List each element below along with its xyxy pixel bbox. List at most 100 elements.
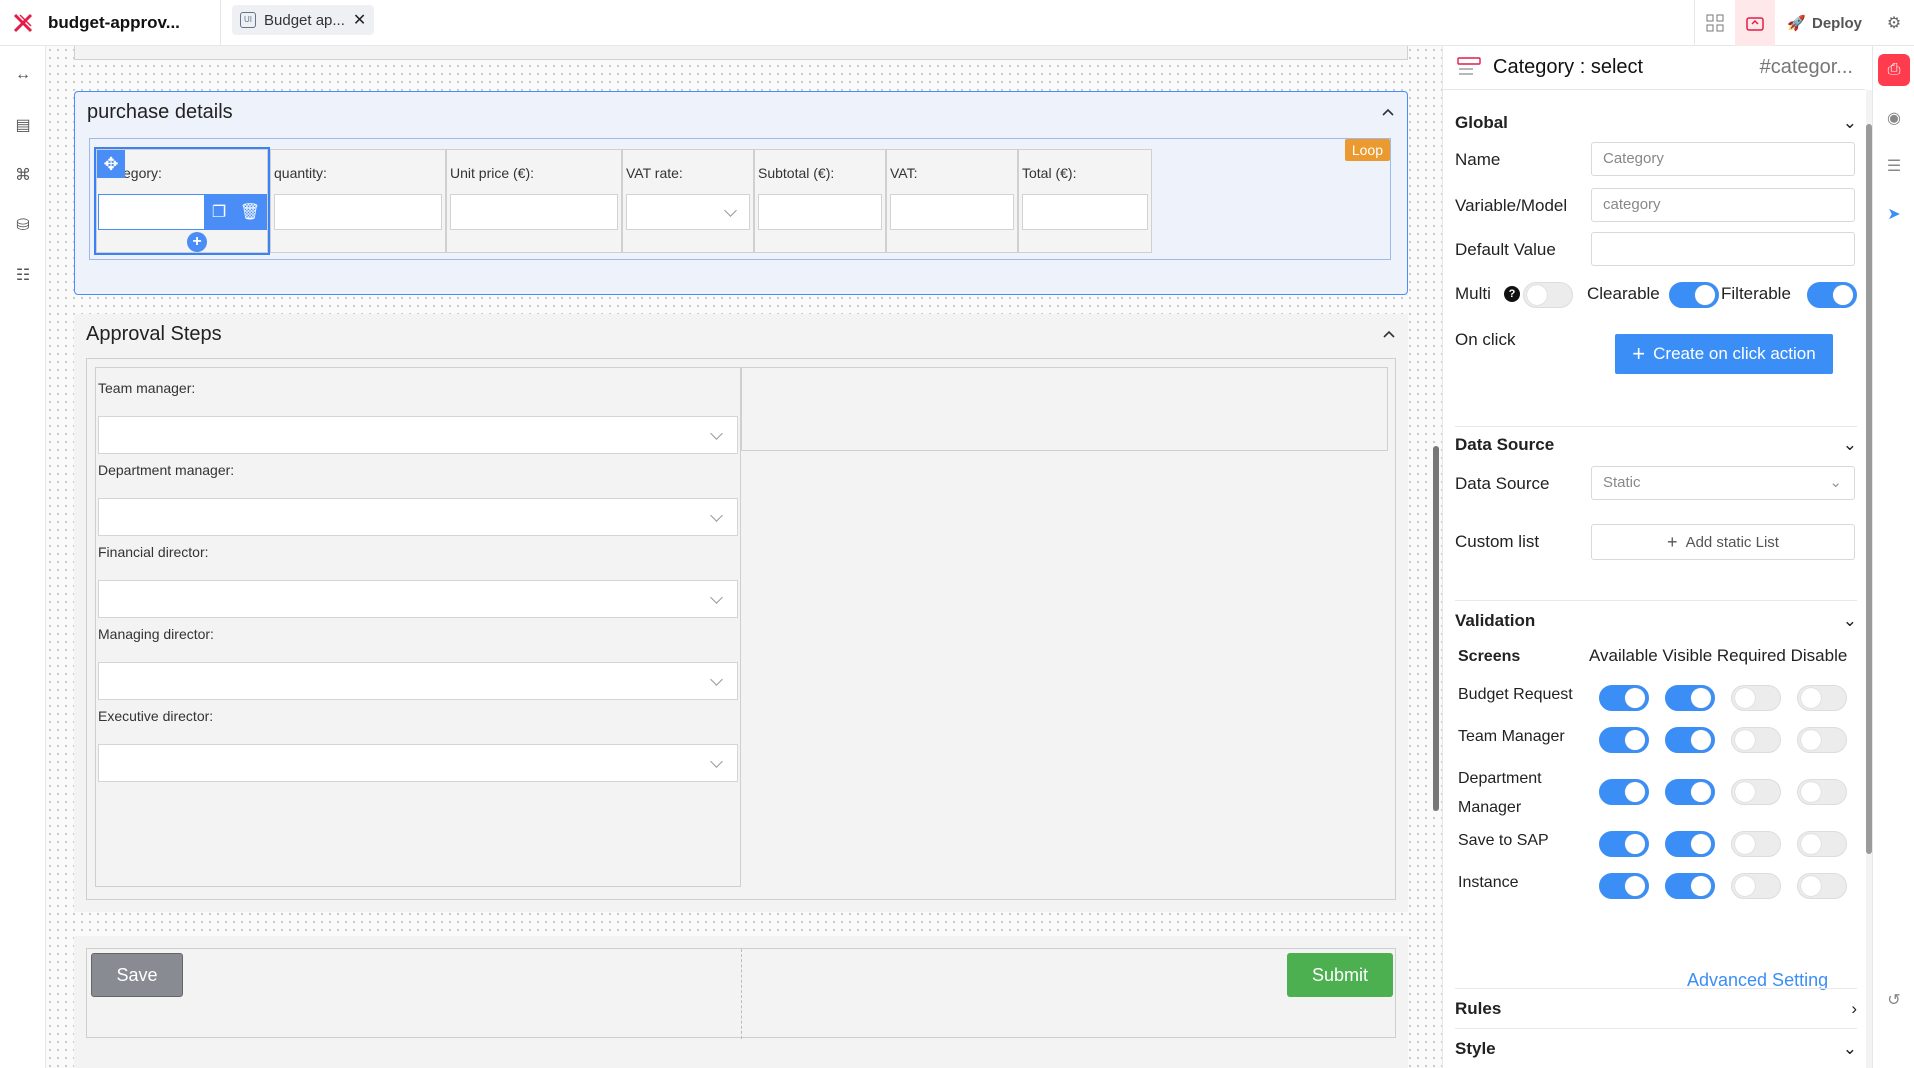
financial-director-select[interactable]: [98, 580, 738, 618]
visible-toggle[interactable]: [1665, 779, 1715, 805]
cursor-click-icon[interactable]: ➤: [1873, 190, 1914, 238]
screen-label-team-manager: Team Manager: [1458, 728, 1565, 745]
financial-director-label: Financial director:: [98, 544, 209, 560]
visible-toggle[interactable]: [1665, 685, 1715, 711]
vat-label: VAT:: [890, 165, 918, 181]
available-toggle[interactable]: [1599, 685, 1649, 711]
loop-row[interactable]: Loop egory: ✥ ❐ 🗑 + quantity: Unit price…: [89, 138, 1391, 260]
name-input[interactable]: Category: [1591, 142, 1855, 176]
required-toggle[interactable]: [1731, 831, 1781, 857]
vat-rate-cell[interactable]: VAT rate:: [622, 149, 754, 253]
required-toggle[interactable]: [1731, 727, 1781, 753]
required-toggle[interactable]: [1731, 873, 1781, 899]
available-toggle[interactable]: [1599, 727, 1649, 753]
create-action-button[interactable]: + Create on click action: [1615, 334, 1833, 374]
submit-button[interactable]: Submit: [1287, 953, 1393, 997]
executive-director-select[interactable]: [98, 744, 738, 782]
default-value-label: Default Value: [1455, 240, 1556, 259]
approval-steps-section[interactable]: Approval Steps Team manager: Department …: [74, 314, 1408, 912]
validation-column-headers: Available Visible Required Disable: [1589, 646, 1848, 665]
available-toggle[interactable]: [1599, 873, 1649, 899]
executive-director-label: Executive director:: [98, 708, 214, 724]
available-toggle[interactable]: [1599, 779, 1649, 805]
component-settings-icon[interactable]: ⎙: [1878, 54, 1910, 86]
total-input[interactable]: [1022, 194, 1148, 230]
sliders-icon[interactable]: ☰: [1873, 142, 1914, 190]
managing-director-select[interactable]: [98, 662, 738, 700]
required-toggle[interactable]: [1731, 779, 1781, 805]
category-cell[interactable]: egory: ✥ ❐ 🗑 +: [94, 147, 270, 255]
team-manager-label: Team manager:: [98, 380, 196, 396]
debug-icon[interactable]: ⚙: [1874, 0, 1914, 46]
filterable-toggle[interactable]: [1807, 282, 1857, 308]
department-manager-field: Department manager:: [98, 462, 738, 536]
datasource-section-header[interactable]: Data Source ⌄: [1455, 430, 1857, 460]
workflow-icon[interactable]: ⌘: [0, 150, 46, 200]
grid-view-icon[interactable]: [1695, 0, 1735, 46]
chevron-up-icon[interactable]: [1381, 105, 1395, 119]
vat-rate-select[interactable]: [626, 194, 750, 230]
department-manager-select[interactable]: [98, 498, 738, 536]
unit-price-input[interactable]: [450, 194, 618, 230]
unit-price-cell[interactable]: Unit price (€):: [446, 149, 622, 253]
total-cell[interactable]: Total (€):: [1018, 149, 1152, 253]
visible-toggle[interactable]: [1665, 831, 1715, 857]
team-manager-select[interactable]: [98, 416, 738, 454]
history-icon[interactable]: ↺: [1873, 976, 1914, 1024]
component-id[interactable]: #categor...: [1760, 56, 1853, 79]
validation-section-header[interactable]: Validation ⌄: [1455, 606, 1857, 636]
vat-cell[interactable]: VAT:: [886, 149, 1018, 253]
design-canvas[interactable]: purchase details Loop egory: ✥ ❐ 🗑 + qua…: [46, 46, 1442, 1068]
empty-column[interactable]: [741, 367, 1388, 451]
available-toggle[interactable]: [1599, 831, 1649, 857]
disable-toggle[interactable]: [1797, 831, 1847, 857]
clearable-toggle[interactable]: [1669, 282, 1719, 308]
disable-toggle[interactable]: [1797, 873, 1847, 899]
layers-icon[interactable]: ▤: [0, 100, 46, 150]
subtotal-input[interactable]: [758, 194, 882, 230]
multi-toggle[interactable]: [1523, 282, 1573, 308]
global-section-header[interactable]: Global ⌄: [1455, 108, 1857, 138]
deploy-button[interactable]: 🚀 Deploy: [1775, 14, 1874, 33]
chevron-up-icon[interactable]: [1382, 327, 1396, 341]
vat-input[interactable]: [890, 194, 1014, 230]
actions-section: Save Submit: [74, 936, 1408, 1068]
disable-toggle[interactable]: [1797, 685, 1847, 711]
delete-icon[interactable]: 🗑: [240, 202, 260, 222]
chevron-down-icon: ⌄: [1842, 113, 1857, 132]
visible-toggle[interactable]: [1665, 727, 1715, 753]
save-button[interactable]: Save: [91, 953, 183, 997]
duplicate-icon[interactable]: ❐: [212, 202, 226, 222]
chevron-down-icon: ⌄: [1842, 611, 1857, 630]
tab-label: Budget ap...: [264, 11, 345, 29]
move-icon[interactable]: ✥: [97, 150, 125, 178]
close-tab-icon[interactable]: ✕: [353, 10, 366, 30]
add-static-list-button[interactable]: + Add static List: [1591, 524, 1855, 560]
plus-icon: +: [1667, 531, 1678, 552]
style-section-header[interactable]: Style ⌄: [1455, 1034, 1857, 1064]
database-icon[interactable]: ⛁: [0, 200, 46, 250]
datasource-select[interactable]: Static ⌄: [1591, 466, 1855, 500]
variable-input[interactable]: category: [1591, 188, 1855, 222]
api-icon[interactable]: ↔: [0, 50, 46, 100]
eye-icon[interactable]: ◉: [1873, 94, 1914, 142]
clipboard-icon[interactable]: ☷: [0, 250, 46, 300]
default-value-input[interactable]: [1591, 232, 1855, 266]
canvas-scrollbar[interactable]: [1433, 446, 1439, 811]
required-toggle[interactable]: [1731, 685, 1781, 711]
app-builder-icon[interactable]: [1735, 0, 1776, 46]
category-select[interactable]: [98, 194, 205, 230]
disable-toggle[interactable]: [1797, 727, 1847, 753]
quantity-cell[interactable]: quantity:: [270, 149, 446, 253]
purchase-details-section[interactable]: purchase details Loop egory: ✥ ❐ 🗑 + qua…: [74, 91, 1408, 295]
rules-section-header[interactable]: Rules ›: [1455, 994, 1857, 1024]
visible-toggle[interactable]: [1665, 873, 1715, 899]
tab-budget-approval[interactable]: UI Budget ap... ✕: [232, 5, 375, 35]
help-icon[interactable]: ?: [1504, 286, 1520, 302]
chevron-down-icon: ⌄: [1829, 474, 1842, 491]
add-icon[interactable]: +: [187, 232, 207, 252]
quantity-input[interactable]: [274, 194, 442, 230]
disable-toggle[interactable]: [1797, 779, 1847, 805]
top-bar: budget-approv... UI Budget ap... ✕ 🚀 Dep…: [0, 0, 1914, 46]
subtotal-cell[interactable]: Subtotal (€):: [754, 149, 886, 253]
